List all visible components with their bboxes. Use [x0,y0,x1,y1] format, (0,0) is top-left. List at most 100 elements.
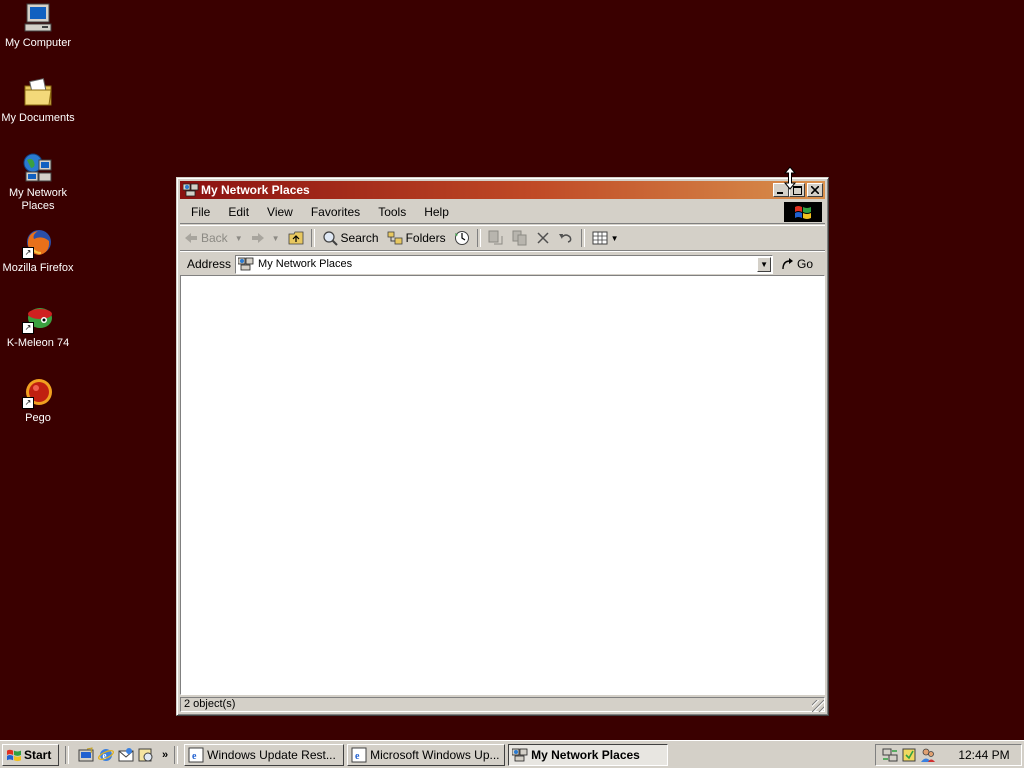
outlook-express-icon[interactable] [118,747,134,763]
network-places-icon [22,152,54,184]
search-icon [322,231,338,246]
go-label: Go [797,257,814,271]
show-desktop-icon[interactable] [78,746,94,763]
taskbar-task-my-network-places[interactable]: My Network Places [508,743,669,766]
go-button[interactable]: Go [781,257,813,271]
menu-favorites[interactable]: Favorites [302,205,369,219]
users-icon[interactable] [920,747,936,763]
taskbar-separator [65,745,69,764]
desktop-icon-label: Mozilla Firefox [2,262,74,274]
address-value: My Network Places [258,258,353,270]
copy-to-button[interactable] [508,227,532,249]
file-view[interactable] [180,275,825,695]
folders-label: Folders [405,231,446,245]
pego-icon: ↗ [22,377,54,409]
history-button[interactable] [450,227,474,249]
desktop-icon-my-network-places[interactable]: My Network Places [0,152,76,213]
forward-arrow-icon [251,233,264,243]
search-label: Search [340,231,379,245]
undo-icon [558,234,571,243]
windows-logo-icon [7,749,21,761]
status-bar: 2 object(s) [180,696,825,713]
taskbar-task-microsoft-windows-update[interactable]: e Microsoft Windows Up... [347,743,506,766]
internet-explorer-icon[interactable]: e [98,747,114,763]
copy-to-icon [512,230,527,246]
network-places-icon [182,183,199,197]
desktop-icon-label: Pego [25,412,51,424]
forward-button[interactable]: ▼ [247,227,284,249]
task-label: Microsoft Windows Up... [370,747,500,762]
folders-button[interactable]: Folders [383,227,450,249]
desktop-icon-label: My Network Places [8,187,68,212]
menu-file[interactable]: File [180,205,219,219]
svg-text:e: e [103,750,107,760]
folders-icon [387,231,402,245]
back-dropdown-icon[interactable]: ▼ [235,234,243,243]
close-button[interactable] [807,183,823,197]
firefox-icon: ↗ [22,227,54,259]
close-icon [811,186,819,194]
chevron-down-icon: ▼ [760,259,768,269]
network-connection-icon[interactable] [882,747,898,763]
resize-grip-icon[interactable] [812,700,824,712]
start-button[interactable]: Start [2,743,59,766]
menu-help[interactable]: Help [415,205,458,219]
menu-edit[interactable]: Edit [219,205,258,219]
up-folder-button[interactable] [284,227,308,249]
network-places-icon [512,748,528,761]
views-button[interactable]: ▼ [588,227,623,249]
views-icon [592,231,608,245]
taskbar-task-windows-update[interactable]: e Windows Update Rest... [184,743,345,766]
back-arrow-icon [185,233,197,243]
forward-dropdown-icon[interactable]: ▼ [272,234,280,243]
internet-explorer-icon: e [351,747,367,762]
delete-button[interactable] [532,227,554,249]
address-dropdown-button[interactable]: ▼ [757,256,772,272]
move-to-button[interactable] [484,227,508,249]
desktop-icon-mozilla-firefox[interactable]: ↗ Mozilla Firefox [0,227,76,275]
taskbar-separator [174,745,179,764]
address-bar: Address My Network Places ▼ Go [180,251,825,276]
toolbar-separator [310,229,315,247]
desktop-icon-label: My Computer [4,37,72,49]
launch-icon[interactable] [138,747,154,763]
my-documents-icon [22,77,54,109]
undo-button[interactable] [554,227,578,249]
chevron-more-icon[interactable]: » [162,749,168,761]
desktop-icon-label: K-Meleon 74 [6,337,70,349]
svg-text:e: e [192,751,197,762]
task-label: My Network Places [531,747,640,762]
windows-logo-icon [784,202,822,222]
search-button[interactable]: Search [318,227,383,249]
up-folder-icon [288,231,303,245]
svg-text:e: e [355,751,360,762]
history-icon [454,231,469,245]
address-input[interactable]: My Network Places ▼ [235,254,774,274]
start-label: Start [24,747,52,762]
update-notification-icon[interactable] [901,747,917,763]
system-tray: 12:44 PM [875,743,1022,766]
internet-explorer-icon: e [188,747,204,762]
menu-view[interactable]: View [258,205,302,219]
menu-tools[interactable]: Tools [369,205,415,219]
desktop-icon-k-meleon[interactable]: ↗ K-Meleon 74 [0,302,76,350]
shortcut-arrow-icon: ↗ [22,247,34,259]
toolbar-separator [580,229,585,247]
back-button[interactable]: Back ▼ [180,227,247,249]
move-to-icon [488,230,503,245]
k-meleon-icon: ↗ [22,302,54,334]
clock[interactable]: 12:44 PM [953,748,1015,762]
desktop-icon-pego[interactable]: ↗ Pego [0,377,76,425]
title-bar[interactable]: My Network Places [180,181,825,199]
back-label: Back [201,231,228,245]
views-dropdown-icon: ▼ [610,233,619,243]
delete-icon [537,232,549,244]
shortcut-arrow-icon: ↗ [22,322,34,334]
taskbar: Start e » e Windows Update Rest... e Mic… [0,740,1024,768]
desktop-icon-my-documents[interactable]: My Documents [0,77,76,125]
desktop-icon-my-computer[interactable]: My Computer [0,2,76,50]
network-places-icon [237,257,254,271]
menu-bar: File Edit View Favorites Tools Help [180,201,825,224]
shortcut-arrow-icon: ↗ [22,397,34,409]
quick-launch: e » [78,746,168,763]
